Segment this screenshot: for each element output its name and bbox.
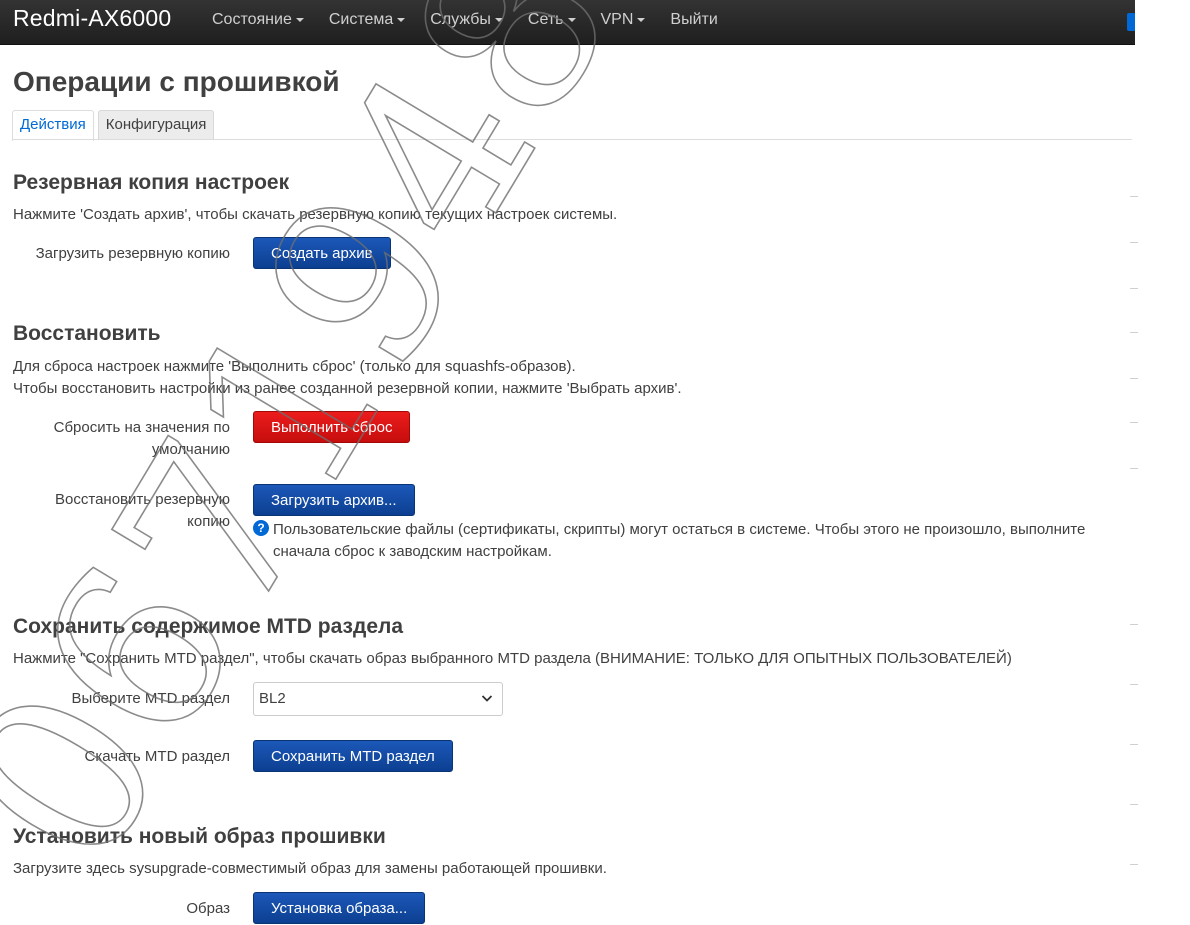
edge-tick (1130, 196, 1138, 197)
restore-description: Для сброса настроек нажмите 'Выполнить с… (13, 356, 1133, 400)
menu-services[interactable]: Службы (430, 0, 503, 44)
backup-title: Резервная копия настроек (13, 171, 290, 194)
tab-bar: Действия Конфигурация (12, 110, 218, 141)
mtd-section: Сохранить содержимое MTD раздела Нажмите… (13, 615, 1133, 670)
mtd-download-row: Скачать MTD раздел (0, 746, 231, 768)
right-edge-strip (1135, 0, 1190, 916)
restore-description-line-1: Для сброса настроек нажмите 'Выполнить с… (13, 358, 576, 375)
flash-image-row: Образ (0, 898, 230, 920)
restore-label-line-2: копию (187, 513, 230, 530)
chevron-down-icon (295, 17, 304, 22)
restore-label-line-1: Восстановить резервную (55, 491, 230, 508)
menu-vpn-label: VPN (600, 11, 634, 28)
menu-network[interactable]: Сеть (528, 0, 576, 44)
brand-title[interactable]: Redmi-AX6000 (13, 5, 171, 32)
reset-label-line-2: умолчанию (151, 441, 230, 458)
backup-description: Нажмите 'Создать архив', чтобы скачать р… (13, 206, 618, 223)
edge-tick (1130, 744, 1138, 745)
upload-archive-button[interactable]: Загрузить архив... (253, 484, 415, 516)
create-archive-button[interactable]: Создать архив (253, 237, 391, 269)
reset-label-line-1: Сбросить на значения по (53, 419, 230, 436)
menu-system-label: Система (328, 11, 394, 28)
chevron-down-icon (397, 17, 406, 22)
menu-system[interactable]: Система (328, 0, 406, 44)
tabs-divider (12, 139, 1132, 140)
restore-description-line-2: Чтобы восстановить настройки из ранее со… (13, 380, 682, 397)
menu-status[interactable]: Состояние (212, 0, 304, 44)
reset-button[interactable]: Выполнить сброс (253, 411, 411, 443)
edge-tick (1130, 804, 1138, 805)
edge-tick (1130, 422, 1138, 423)
edge-tick (1130, 242, 1138, 243)
flash-image-label: Образ (186, 900, 230, 917)
restore-section: Восстановить Для сброса настроек нажмите… (13, 322, 1133, 400)
main-menu: Состояние Система Службы Сеть VPN Выйти (212, 0, 743, 44)
chevron-down-icon (567, 17, 576, 22)
edge-tick (1130, 288, 1138, 289)
page-title: Операции с прошивкой (13, 66, 340, 97)
tab-actions[interactable]: Действия (12, 110, 94, 141)
menu-logout-label: Выйти (670, 11, 718, 28)
mtd-select-label: Выберите MTD раздел (71, 690, 230, 707)
chevron-down-icon (481, 695, 493, 702)
tab-configuration[interactable]: Конфигурация (97, 110, 215, 139)
edge-tick (1130, 624, 1138, 625)
help-text-line-1: Пользовательские файлы (сертификаты, скр… (273, 521, 1086, 538)
restore-title: Восстановить (13, 322, 161, 345)
menu-logout[interactable]: Выйти (670, 0, 717, 44)
mtd-partition-select[interactable]: BL2 (253, 682, 503, 716)
question-icon: ? (253, 520, 269, 536)
edge-tick (1130, 684, 1138, 685)
top-navbar: Redmi-AX6000 Состояние Система Службы Се… (0, 0, 1190, 45)
menu-status-label: Состояние (212, 11, 292, 28)
edge-tick (1130, 332, 1138, 333)
flash-image-button[interactable]: Установка образа... (253, 892, 426, 924)
menu-network-label: Сеть (527, 11, 564, 28)
chevron-down-icon (637, 17, 646, 22)
flash-description: Загрузите здесь sysupgrade-совместимый о… (13, 860, 607, 877)
help-text-line-2: сначала сброс к заводским настройкам. (273, 543, 552, 560)
mtd-download-label: Скачать MTD раздел (84, 748, 231, 765)
edge-tick (1130, 864, 1138, 865)
backup-section: Резервная копия настроек Нажмите 'Создат… (13, 171, 1133, 226)
chevron-down-icon (494, 17, 503, 22)
menu-services-label: Службы (430, 11, 491, 28)
edge-tick (1130, 378, 1138, 379)
reset-row: Сбросить на значения по умолчанию (0, 417, 230, 461)
restore-help: ? Пользовательские файлы (сертификаты, с… (253, 519, 1123, 563)
backup-label: Загрузить резервную копию (35, 245, 230, 262)
mtd-select-row: Выберите MTD раздел (0, 688, 230, 710)
edge-tick (1130, 468, 1138, 469)
mtd-description: Нажмите "Сохранить MTD раздел", чтобы ск… (13, 650, 1012, 667)
menu-vpn[interactable]: VPN (601, 0, 646, 44)
mtd-select-value: BL2 (259, 690, 286, 707)
save-mtd-button[interactable]: Сохранить MTD раздел (253, 740, 453, 772)
flash-title: Установить новый образ прошивки (13, 825, 386, 848)
flash-section: Установить новый образ прошивки Загрузит… (13, 825, 1133, 880)
restore-row: Восстановить резервную копию (0, 489, 230, 533)
mtd-title: Сохранить содержимое MTD раздела (13, 615, 404, 638)
backup-row: Загрузить резервную копию (0, 243, 230, 265)
